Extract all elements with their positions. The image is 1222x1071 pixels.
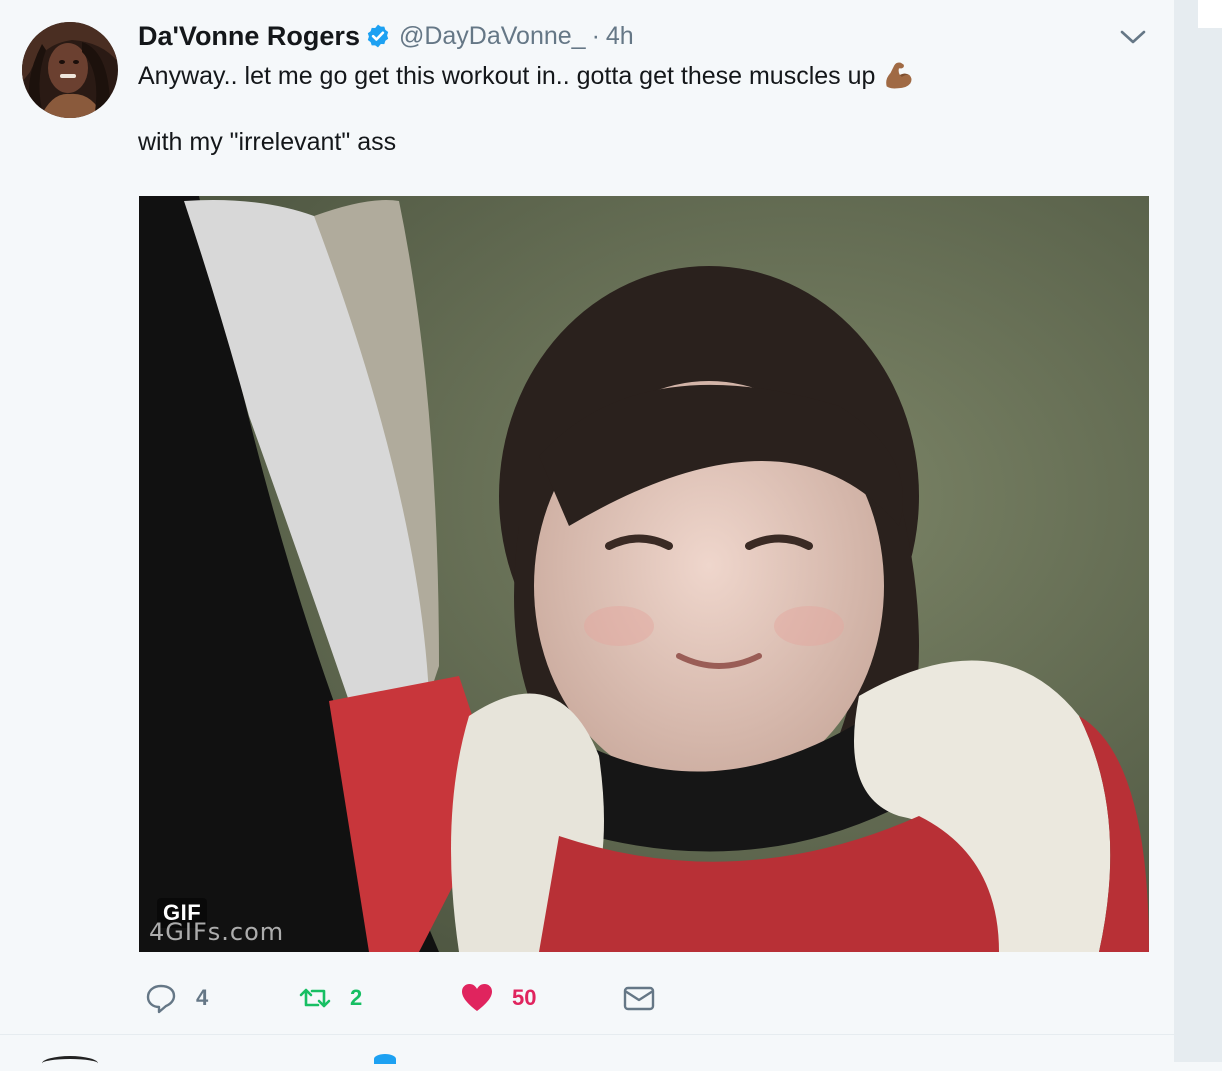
flexed-biceps-emoji [886,62,912,89]
retweet-count: 2 [350,985,363,1010]
verified-badge-icon [367,24,389,48]
direct-message-button[interactable] [622,978,656,1018]
chevron-down-icon[interactable] [1118,26,1148,48]
tweet-text: Anyway.. let me go get this workout in..… [138,58,1148,159]
reply-count: 4 [196,985,209,1010]
gif-frame-image [139,196,1149,952]
like-button[interactable]: 50 [460,978,536,1018]
tweet-actions: 4 2 50 [138,978,698,1018]
retweet-icon [299,988,331,1008]
right-gutter-card [1198,0,1222,28]
next-tweet-avatar[interactable] [42,1056,98,1071]
tweet-text-line-1-content: Anyway.. let me go get this workout in..… [138,62,876,90]
author-handle[interactable]: @DayDaVonne_ [399,22,586,51]
gif-watermark: 4GIFs.com [149,918,285,946]
envelope-icon [623,986,655,1011]
reply-icon [146,984,176,1014]
reply-button[interactable]: 4 [144,978,208,1018]
tweet-timestamp[interactable]: 4h [606,22,634,51]
like-count: 50 [512,985,537,1010]
tweet-header: Da'Vonne Rogers @DayDaVonne_ · 4h [138,18,634,54]
heart-icon [462,984,492,1011]
right-gutter [1174,0,1222,1062]
tweet-text-line-1: Anyway.. let me go get this workout in..… [138,58,1148,93]
separator-dot: · [591,21,600,50]
tweet-media-gif[interactable]: GIF 4GIFs.com [139,196,1149,952]
tweet-text-line-2: with my "irrelevant" ass [138,128,397,156]
tweet-card[interactable]: Da'Vonne Rogers @DayDaVonne_ · 4h Anyway… [0,0,1174,1034]
tweet-divider [0,1034,1174,1035]
author-avatar[interactable] [22,22,118,118]
author-name[interactable]: Da'Vonne Rogers [138,21,360,52]
retweet-button[interactable]: 2 [298,978,362,1018]
next-tweet-verified-badge-icon [374,1054,396,1064]
